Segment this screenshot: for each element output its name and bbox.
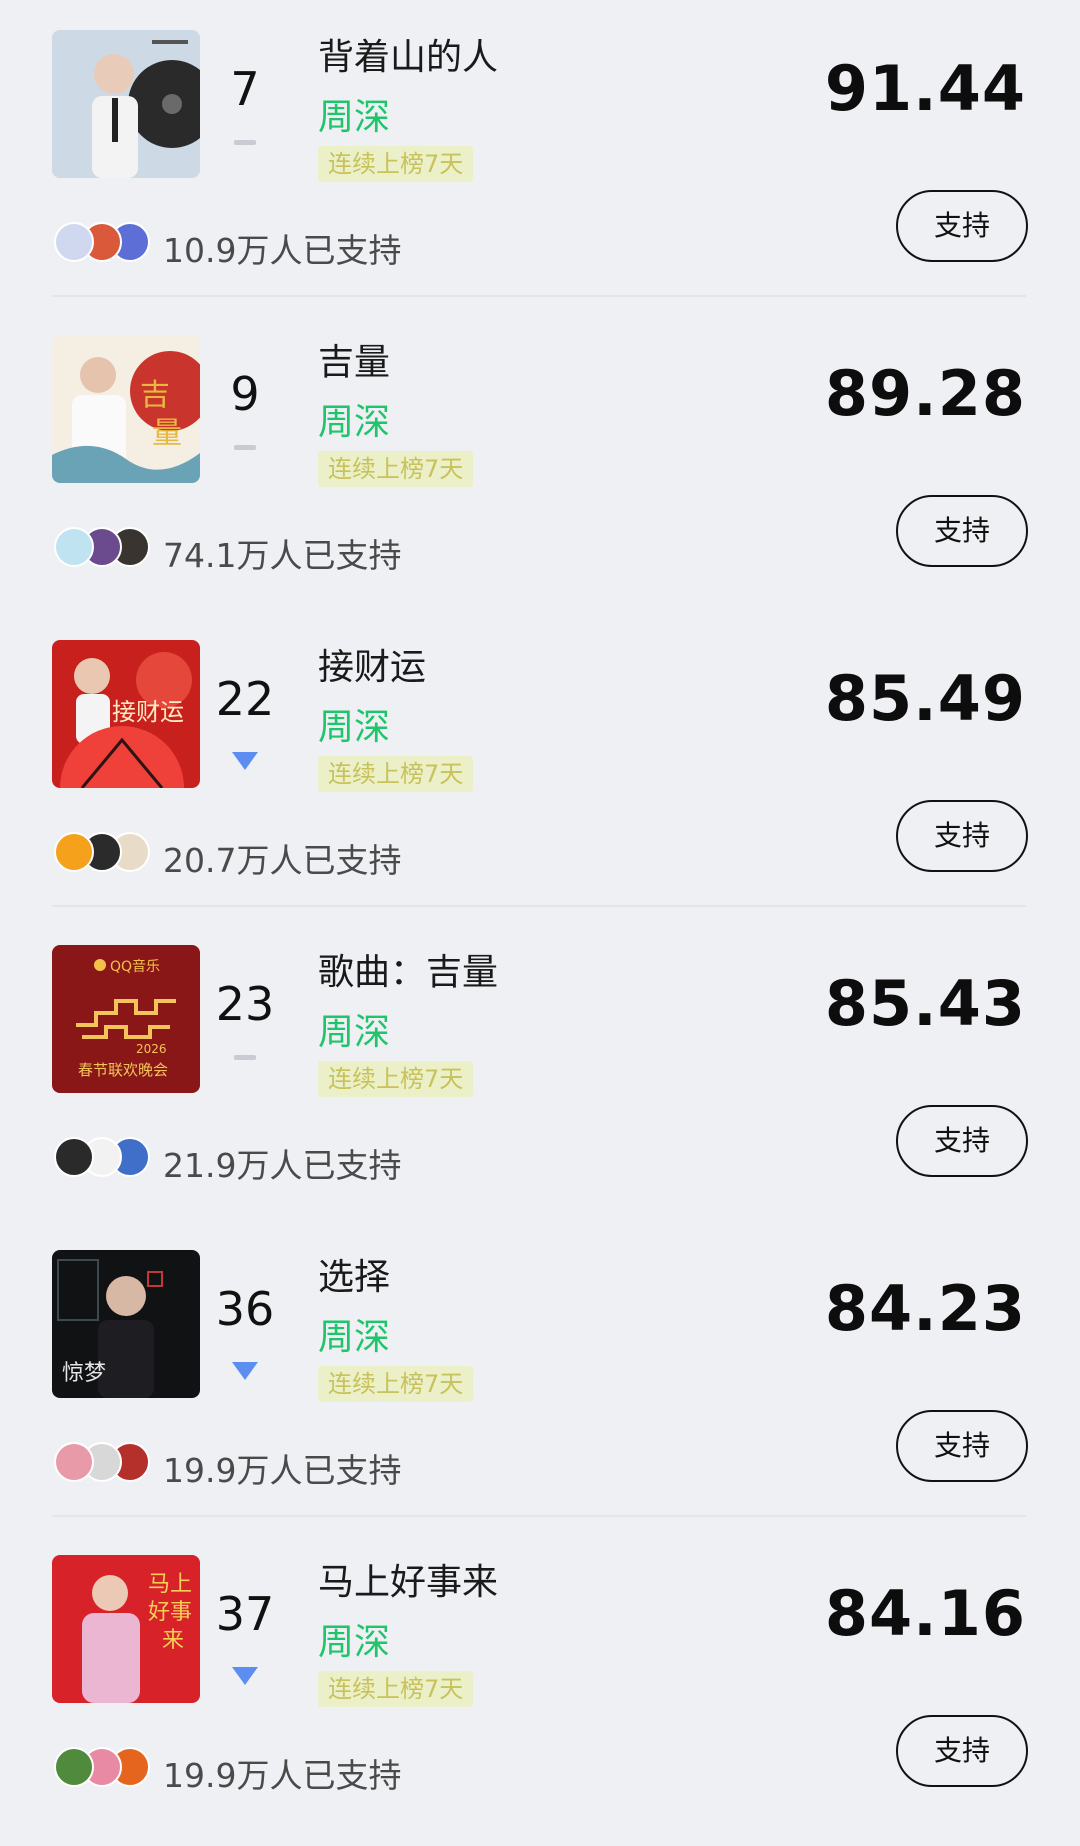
support-button[interactable]: 支持	[896, 495, 1028, 567]
supporter-count: 21.9万人已支持	[163, 1146, 402, 1185]
divider	[52, 295, 1026, 297]
chart-entry[interactable]: 惊梦 36 选择 周深 连续上榜7天 84.23 19.9万人已支持 支持	[0, 1220, 1080, 1525]
svg-text:接财运: 接财运	[112, 698, 184, 726]
chart-entry[interactable]: 7 背着山的人 周深 连续上榜7天 91.44 10.9万人已支持 支持	[0, 0, 1080, 305]
supporter-avatars	[54, 1442, 154, 1482]
divider	[52, 1515, 1026, 1517]
trend-flat-icon	[234, 445, 256, 450]
rank-number: 9	[230, 367, 260, 421]
score-value: 89.28	[824, 357, 1026, 430]
supporter-avatars	[54, 1137, 154, 1177]
rank-number: 36	[215, 1282, 275, 1336]
artist-name[interactable]: 周深	[318, 393, 390, 445]
supporter-avatars	[54, 832, 154, 872]
artist-name[interactable]: 周深	[318, 88, 390, 140]
support-button[interactable]: 支持	[896, 1105, 1028, 1177]
trend-down-icon	[232, 752, 258, 770]
rank-number: 23	[215, 977, 275, 1031]
support-button[interactable]: 支持	[896, 190, 1028, 262]
supporter-count: 19.9万人已支持	[163, 1756, 402, 1795]
svg-text:春节联欢晚会: 春节联欢晚会	[78, 1061, 168, 1079]
song-title[interactable]: 接财运	[318, 638, 426, 690]
album-cover[interactable]: 马上 好事 来	[52, 1555, 200, 1703]
chart-entry[interactable]: QQ音乐 2026 春节联欢晚会 23 歌曲：吉量 周深 连续上榜7天 85.4…	[0, 915, 1080, 1220]
artist-name[interactable]: 周深	[318, 698, 390, 750]
avatar	[54, 1442, 94, 1482]
svg-text:马上: 马上	[148, 1572, 192, 1597]
album-cover[interactable]: 吉 量	[52, 335, 200, 483]
supporter-avatars	[54, 1747, 154, 1787]
avatar	[54, 222, 94, 262]
svg-text:来: 来	[162, 1628, 184, 1653]
rank-number: 7	[230, 62, 260, 116]
streak-badge: 连续上榜7天	[318, 1061, 474, 1097]
streak-badge: 连续上榜7天	[318, 451, 474, 487]
supporter-count: 19.9万人已支持	[163, 1451, 402, 1490]
rank-number: 37	[215, 1587, 275, 1641]
supporter-count: 10.9万人已支持	[163, 231, 402, 270]
svg-text:量: 量	[152, 416, 182, 451]
song-title[interactable]: 吉量	[318, 333, 390, 385]
song-title[interactable]: 背着山的人	[318, 28, 498, 80]
score-value: 91.44	[824, 52, 1026, 125]
svg-text:惊梦: 惊梦	[62, 1361, 106, 1386]
score-value: 85.43	[824, 967, 1026, 1040]
chart-entry[interactable]: 接财运 22 接财运 周深 连续上榜7天 85.49 20.7万人已支持 支持	[0, 610, 1080, 915]
album-cover[interactable]: QQ音乐 2026 春节联欢晚会	[52, 945, 200, 1093]
album-cover[interactable]: 惊梦	[52, 1250, 200, 1398]
svg-text:2026: 2026	[136, 1042, 167, 1056]
svg-text:好事: 好事	[148, 1600, 192, 1625]
chart-entry[interactable]: 马上 好事 来 37 马上好事来 周深 连续上榜7天 84.16 19.9万人已…	[0, 1525, 1080, 1830]
support-button[interactable]: 支持	[896, 800, 1028, 872]
trend-flat-icon	[234, 140, 256, 145]
avatar	[54, 832, 94, 872]
score-value: 84.23	[824, 1272, 1026, 1345]
trend-down-icon	[232, 1362, 258, 1380]
chart-entry[interactable]: 吉 量 9 吉量 周深 连续上榜7天 89.28 74.1万人已支持 支持	[0, 305, 1080, 610]
supporter-avatars	[54, 527, 154, 567]
trend-down-icon	[232, 1667, 258, 1685]
artist-name[interactable]: 周深	[318, 1613, 390, 1665]
svg-text:QQ音乐: QQ音乐	[110, 958, 160, 975]
streak-badge: 连续上榜7天	[318, 1366, 474, 1402]
support-button[interactable]: 支持	[896, 1715, 1028, 1787]
artist-name[interactable]: 周深	[318, 1308, 390, 1360]
support-button[interactable]: 支持	[896, 1410, 1028, 1482]
score-value: 84.16	[824, 1577, 1026, 1650]
album-cover[interactable]	[52, 30, 200, 178]
supporter-count: 20.7万人已支持	[163, 841, 402, 880]
streak-badge: 连续上榜7天	[318, 146, 474, 182]
score-value: 85.49	[824, 662, 1026, 735]
avatar	[54, 1137, 94, 1177]
song-title[interactable]: 歌曲：吉量	[318, 943, 498, 995]
artist-name[interactable]: 周深	[318, 1003, 390, 1055]
album-cover[interactable]: 接财运	[52, 640, 200, 788]
svg-text:吉: 吉	[140, 378, 170, 413]
streak-badge: 连续上榜7天	[318, 756, 474, 792]
avatar	[54, 527, 94, 567]
divider	[52, 905, 1026, 907]
supporter-avatars	[54, 222, 154, 262]
song-title[interactable]: 选择	[318, 1248, 390, 1300]
supporter-count: 74.1万人已支持	[163, 536, 402, 575]
trend-flat-icon	[234, 1055, 256, 1060]
avatar	[54, 1747, 94, 1787]
rank-number: 22	[215, 672, 275, 726]
streak-badge: 连续上榜7天	[318, 1671, 474, 1707]
song-title[interactable]: 马上好事来	[318, 1553, 498, 1605]
